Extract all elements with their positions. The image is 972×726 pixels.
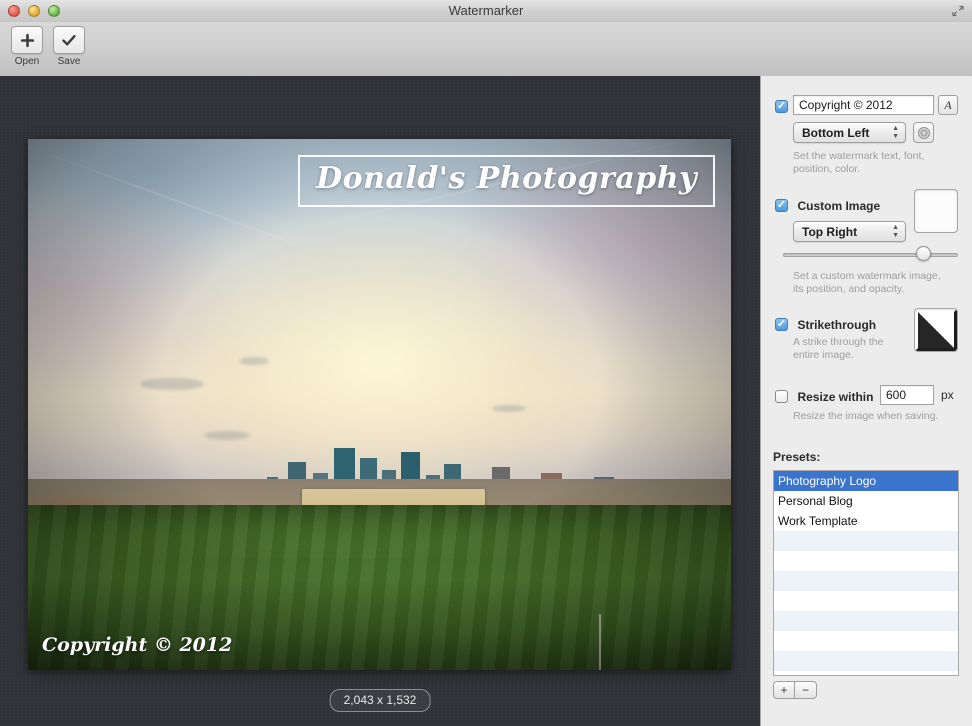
image-canvas[interactable]: Donald's Photography Copyright © 2012 2,…	[0, 76, 760, 726]
text-position-value: Bottom Left	[802, 125, 870, 140]
save-button-label: Save	[57, 56, 81, 67]
list-item-empty[interactable]	[774, 611, 958, 631]
fullscreen-icon[interactable]	[951, 4, 965, 18]
list-item[interactable]: Work Template	[774, 511, 958, 531]
open-button-label: Open	[14, 56, 40, 67]
watermark-text-input[interactable]	[793, 95, 934, 115]
save-button[interactable]: Save	[48, 26, 90, 67]
checkmark-icon	[53, 26, 85, 54]
strikethrough-help: A strike through the entire image.	[793, 336, 884, 361]
text-position-dropdown[interactable]: Bottom Left ▲ ▼	[793, 122, 906, 143]
list-item-empty[interactable]	[774, 531, 958, 551]
resize-help: Resize the image when saving.	[793, 410, 939, 422]
image-dimensions-badge: 2,043 x 1,532	[329, 689, 431, 712]
custom-image-well[interactable]	[914, 189, 958, 233]
color-wheel-icon[interactable]	[913, 122, 934, 143]
checkbox-indicator	[775, 100, 788, 114]
cloud	[203, 431, 250, 441]
title-bar: Watermarker	[0, 0, 972, 23]
checkbox-indicator	[775, 390, 788, 404]
custom-image-label: Custom Image	[797, 198, 881, 213]
font-picker-icon[interactable]: A	[938, 95, 958, 115]
text-watermark-help: Set the watermark text, font, position, …	[793, 150, 925, 175]
checkbox-indicator	[775, 318, 788, 332]
checkbox-indicator	[775, 199, 788, 213]
add-preset-button[interactable]: +	[773, 681, 795, 699]
list-item[interactable]: Personal Blog	[774, 491, 958, 511]
remove-preset-button[interactable]: −	[795, 681, 817, 699]
custom-image-checkbox[interactable]: Custom Image	[775, 197, 880, 215]
text-watermark-checkbox[interactable]	[775, 98, 788, 116]
cloud	[140, 377, 205, 390]
strikethrough-diagonal-icon	[918, 312, 954, 348]
strikethrough-checkbox[interactable]: Strikethrough	[775, 316, 876, 334]
photo-preview[interactable]: Donald's Photography Copyright © 2012	[28, 139, 731, 670]
window-title: Watermarker	[448, 3, 524, 18]
list-item[interactable]: Photography Logo	[774, 471, 958, 491]
cloud	[238, 356, 269, 365]
custom-image-position-value: Top Right	[802, 224, 858, 239]
presets-buttons: + −	[773, 681, 817, 699]
presets-list[interactable]: Photography Logo Personal Blog Work Temp…	[773, 470, 959, 676]
plus-icon	[11, 26, 43, 54]
list-item-empty[interactable]	[774, 651, 958, 671]
presets-label: Presets:	[773, 450, 821, 464]
resize-value-input[interactable]	[880, 385, 934, 405]
list-item-empty[interactable]	[774, 571, 958, 591]
custom-image-help: Set a custom watermark image, its positi…	[793, 270, 941, 295]
resize-label: Resize within	[797, 389, 874, 404]
watermark-image-overlay: Donald's Photography	[298, 155, 715, 207]
settings-sidebar: A Bottom Left ▲▼ Set the watermark text,…	[760, 76, 972, 726]
strikethrough-preview-well[interactable]	[914, 308, 958, 352]
custom-image-position-dropdown[interactable]: Top Right ▲ ▼	[793, 221, 906, 242]
slider-knob[interactable]	[916, 246, 931, 261]
slider-track	[783, 253, 958, 257]
custom-image-opacity-slider[interactable]	[783, 246, 958, 262]
chevron-updown-icon: ▲ ▼	[892, 223, 899, 239]
list-item-empty[interactable]	[774, 631, 958, 651]
cloud	[491, 404, 526, 412]
list-item-empty[interactable]	[774, 591, 958, 611]
flagpole	[598, 614, 601, 670]
strikethrough-label: Strikethrough	[797, 317, 877, 332]
app-window: Watermarker Open Save Donald's Photograp…	[0, 0, 972, 726]
open-button[interactable]: Open	[6, 26, 48, 67]
resize-checkbox[interactable]: Resize within	[775, 388, 873, 406]
toolbar: Open Save	[0, 22, 972, 77]
list-item-empty[interactable]	[774, 551, 958, 571]
chevron-updown-icon: ▲ ▼	[892, 124, 899, 140]
resize-unit-label: px	[941, 388, 954, 402]
watermark-text-overlay: Copyright © 2012	[42, 634, 233, 656]
